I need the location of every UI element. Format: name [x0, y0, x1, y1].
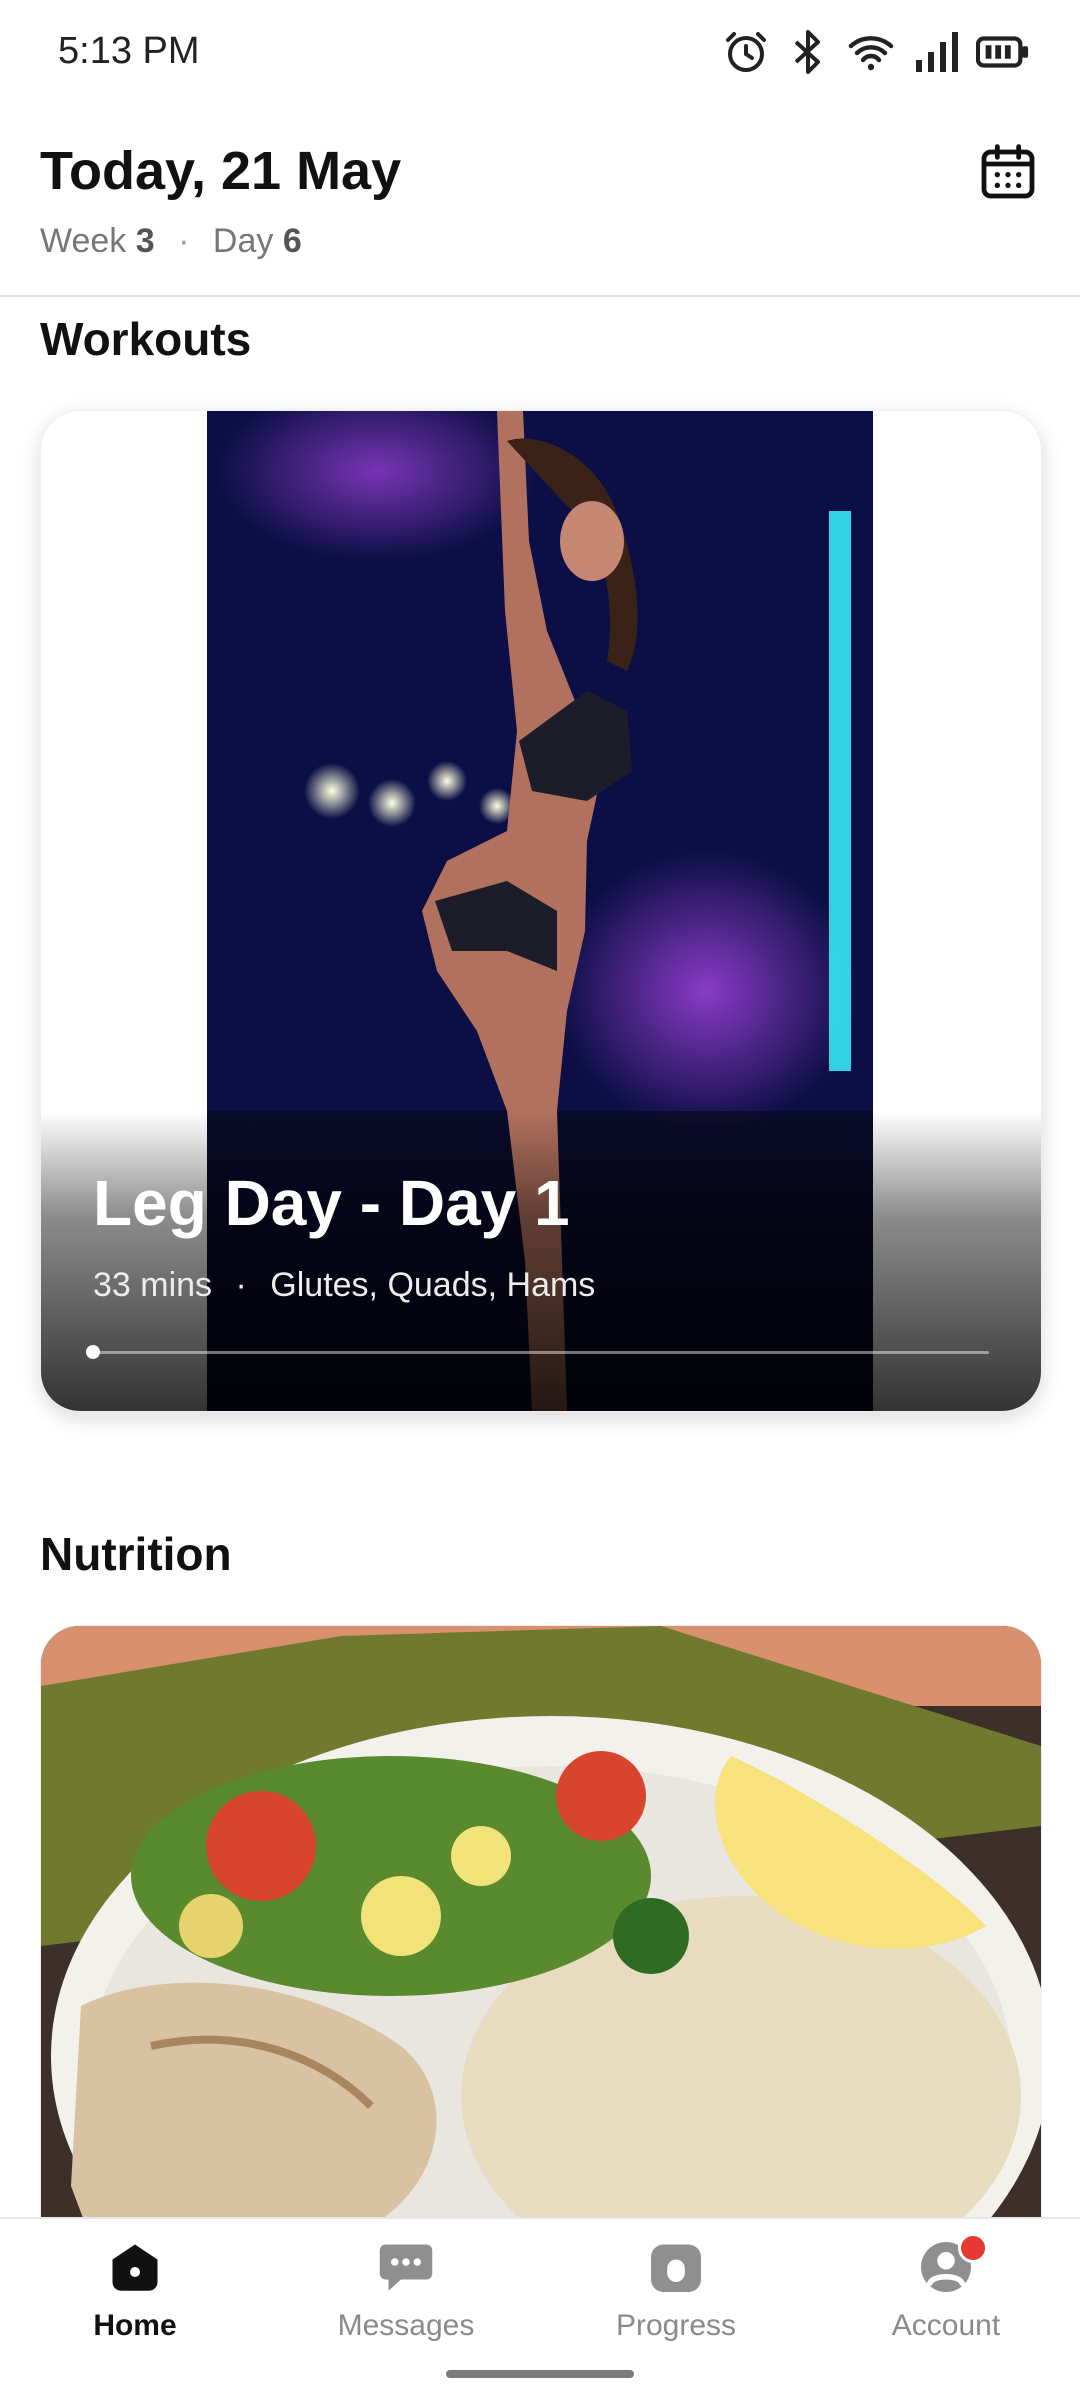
calendar-icon — [981, 144, 1035, 199]
nav-home-label: Home — [93, 2309, 177, 2342]
nav-progress[interactable]: Progress — [566, 2239, 786, 2343]
nav-messages[interactable]: Messages — [296, 2239, 516, 2343]
nav-messages-label: Messages — [337, 2309, 475, 2342]
week-day-indicator: Week 3 · Day 6 — [40, 222, 302, 261]
workout-meta: 33 mins · Glutes, Quads, Hams — [93, 1266, 595, 1305]
workout-duration: 33 mins — [93, 1266, 213, 1304]
separator: · — [235, 1266, 247, 1304]
day-label: Day — [212, 222, 274, 260]
progress-icon — [651, 2244, 701, 2292]
card-overlay — [41, 1111, 1041, 1411]
week-value: 3 — [135, 222, 155, 260]
nav-account-label: Account — [891, 2309, 1001, 2342]
notification-badge — [958, 2233, 988, 2263]
page-title: Today, 21 May — [40, 141, 402, 201]
workout-progress-knob — [86, 1345, 100, 1359]
nutrition-section-title: Nutrition — [40, 1528, 232, 1580]
alarm-icon — [726, 32, 766, 72]
workouts-section-title: Workouts — [40, 313, 252, 365]
home-icon — [112, 2244, 158, 2291]
workout-card[interactable]: Leg Day - Day 1 33 mins · Glutes, Quads,… — [40, 410, 1042, 1412]
workout-title: Leg Day - Day 1 — [93, 1167, 570, 1239]
status-bar: 5:13 PM — [0, 0, 1080, 110]
battery-icon — [976, 36, 1029, 68]
workout-progress-bar — [86, 1345, 989, 1359]
nutrition-card[interactable] — [40, 1625, 1042, 2267]
nav-account[interactable]: Account — [836, 2233, 1056, 2343]
status-icons — [722, 28, 1030, 76]
bluetooth-icon — [794, 30, 820, 74]
chat-icon — [379, 2244, 433, 2291]
nav-progress-label: Progress — [615, 2309, 737, 2342]
separator: · — [178, 222, 190, 260]
workout-muscles: Glutes, Quads, Hams — [270, 1266, 596, 1304]
status-time: 5:13 PM — [58, 30, 200, 72]
page-header: Today, 21 May Week 3 · Day 6 — [0, 110, 1080, 297]
nav-home[interactable]: Home — [25, 2239, 245, 2343]
signal-icon — [916, 32, 958, 72]
home-indicator — [446, 2370, 634, 2378]
wifi-icon — [848, 36, 894, 71]
week-label: Week — [40, 222, 127, 260]
calendar-button[interactable] — [976, 140, 1040, 204]
nutrition-photo — [41, 1626, 1041, 2266]
day-value: 6 — [282, 222, 302, 260]
